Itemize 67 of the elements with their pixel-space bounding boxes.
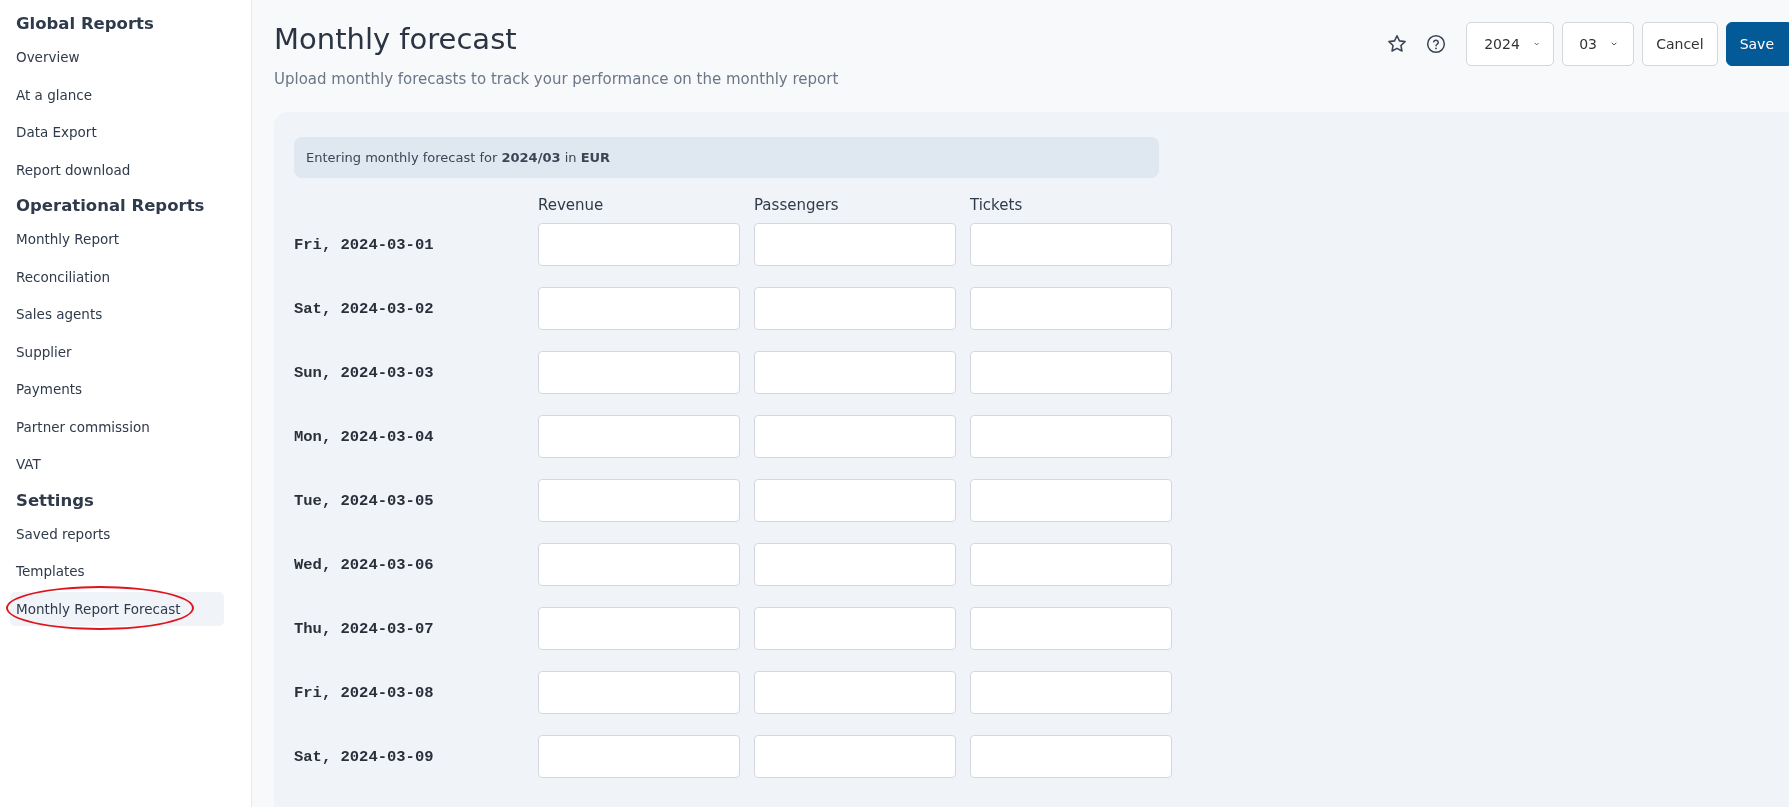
date-label: Tue, 2024-03-05 <box>294 491 435 510</box>
save-button[interactable]: Save <box>1725 22 1789 66</box>
year-select[interactable]: 2024 <box>1466 22 1555 66</box>
date-label: Sat, 2024-03-09 <box>294 747 435 766</box>
chevron-down-icon <box>1611 40 1618 48</box>
forecast-input[interactable] <box>538 479 740 522</box>
forecast-input[interactable] <box>970 735 1172 778</box>
forecast-input[interactable] <box>538 543 740 586</box>
date-label: Wed, 2024-03-06 <box>294 555 435 574</box>
sidebar-item[interactable]: Templates <box>10 554 224 588</box>
sidebar-item[interactable]: Partner commission <box>10 409 224 444</box>
sidebar-item[interactable]: Reconciliation <box>10 259 224 294</box>
forecast-input[interactable] <box>754 671 956 714</box>
forecast-input[interactable] <box>538 351 740 394</box>
column-header: Passengers <box>754 196 840 214</box>
section-heading: Settings <box>15 490 95 511</box>
section-heading: Global Reports <box>15 14 155 34</box>
help-icon[interactable] <box>1426 34 1447 54</box>
sidebar-item[interactable]: Monthly Report Forecast <box>10 591 224 626</box>
page-title: Monthly forecast <box>274 22 518 56</box>
forecast-input[interactable] <box>754 287 956 330</box>
forecast-input[interactable] <box>538 415 740 458</box>
forecast-input[interactable] <box>538 223 740 266</box>
forecast-input[interactable] <box>538 671 740 714</box>
section-heading: Operational Reports <box>15 196 206 216</box>
sidebar-item[interactable]: Sales agents <box>10 297 224 331</box>
sidebar-item[interactable]: Overview <box>10 40 224 74</box>
forecast-input[interactable] <box>754 223 956 266</box>
forecast-input[interactable] <box>970 607 1172 650</box>
date-label: Sat, 2024-03-02 <box>294 299 435 318</box>
date-label: Sun, 2024-03-03 <box>294 363 435 382</box>
info-banner: Entering monthly forecast for 2024/03 in EUR <box>294 137 1159 178</box>
forecast-input[interactable] <box>538 607 740 650</box>
date-label: Mon, 2024-03-04 <box>294 427 435 446</box>
forecast-input[interactable] <box>970 671 1172 714</box>
forecast-input[interactable] <box>754 735 956 778</box>
forecast-input[interactable] <box>970 287 1172 330</box>
column-header: Revenue <box>538 196 605 214</box>
cancel-button[interactable]: Cancel <box>1642 22 1718 66</box>
forecast-input[interactable] <box>970 223 1172 266</box>
sidebar-item[interactable]: At a glance <box>10 77 224 112</box>
sidebar-item[interactable]: Supplier <box>10 334 224 369</box>
month-select[interactable]: 03 <box>1562 22 1635 66</box>
sidebar-item[interactable]: Saved reports <box>10 516 224 551</box>
forecast-input[interactable] <box>538 287 740 330</box>
forecast-input[interactable] <box>538 735 740 778</box>
sidebar-item[interactable]: Payments <box>10 372 224 406</box>
forecast-input[interactable] <box>970 479 1172 522</box>
forecast-input[interactable] <box>754 415 956 458</box>
sidebar-item[interactable]: VAT <box>10 447 224 481</box>
forecast-input[interactable] <box>970 415 1172 458</box>
forecast-input[interactable] <box>754 351 956 394</box>
date-label: Thu, 2024-03-07 <box>294 619 435 638</box>
star-icon[interactable] <box>1386 33 1409 55</box>
sidebar-item[interactable]: Data Export <box>10 115 224 149</box>
date-label: Fri, 2024-03-08 <box>294 683 435 702</box>
sidebar-item[interactable]: Report download <box>10 152 224 187</box>
date-label: Fri, 2024-03-01 <box>294 235 435 254</box>
forecast-input[interactable] <box>754 607 956 650</box>
column-header: Tickets <box>970 196 1024 214</box>
sidebar-item[interactable]: Monthly Report <box>10 222 224 256</box>
forecast-input[interactable] <box>970 543 1172 586</box>
forecast-input[interactable] <box>754 543 956 586</box>
forecast-input[interactable] <box>754 479 956 522</box>
chevron-down-icon <box>1533 40 1540 48</box>
page-subtitle: Upload monthly forecasts to track your performance on the monthly report <box>274 70 839 88</box>
forecast-input[interactable] <box>970 351 1172 394</box>
